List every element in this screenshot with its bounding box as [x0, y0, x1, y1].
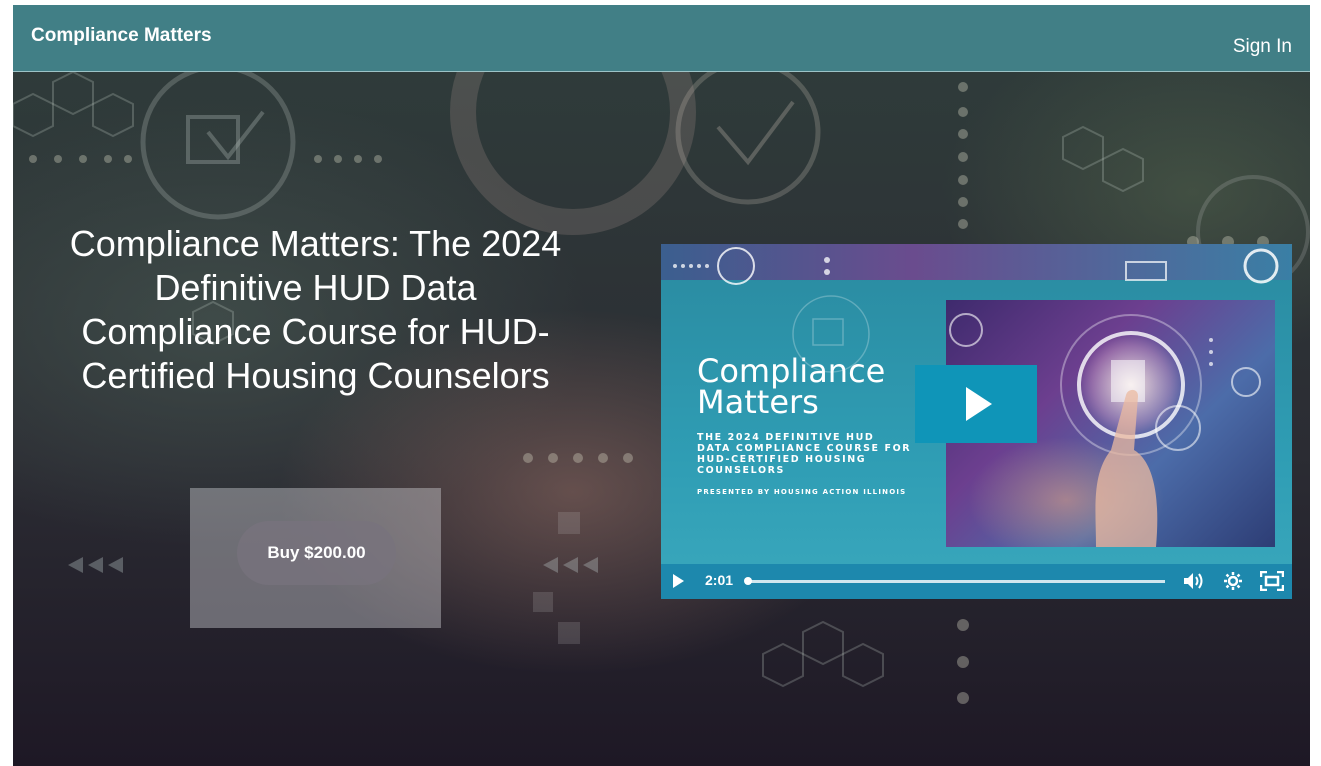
video-duration: 2:01 — [705, 572, 734, 588]
top-navbar: Compliance Matters Sign In — [13, 5, 1310, 72]
play-icon — [966, 387, 992, 421]
video-presented-by: PRESENTED BY HOUSING ACTION ILLINOIS — [697, 488, 907, 496]
video-controls: 2:01 — [661, 564, 1292, 599]
control-play-button[interactable] — [673, 574, 687, 589]
play-button[interactable] — [915, 365, 1037, 443]
video-subtitle-line-1: THE 2024 DEFINITIVE HUD — [697, 432, 875, 443]
settings-icon[interactable] — [1223, 571, 1243, 591]
buy-panel: Buy $200.00 — [190, 488, 441, 628]
course-headline: Compliance Matters: The 2024 Definitive … — [69, 223, 562, 396]
video-player[interactable]: Compliance Matters THE 2024 DEFINITIVE H… — [661, 244, 1292, 599]
brand-title: Compliance Matters — [31, 25, 212, 46]
video-subtitle-line-2: DATA COMPLIANCE COURSE FOR — [697, 443, 912, 454]
play-icon — [673, 574, 684, 588]
video-title-line-2: Matters — [697, 383, 819, 421]
seek-handle[interactable] — [744, 577, 752, 585]
seek-bar[interactable] — [744, 577, 1165, 585]
hero-section: Compliance Matters: The 2024 Definitive … — [13, 72, 1310, 766]
buy-button[interactable]: Buy $200.00 — [237, 521, 396, 585]
volume-icon[interactable] — [1182, 571, 1204, 591]
sign-in-link[interactable]: Sign In — [1233, 36, 1292, 58]
fullscreen-icon[interactable] — [1260, 571, 1284, 591]
page: Compliance Matters Sign In Compliance Ma… — [13, 5, 1310, 766]
video-subtitle-line-3: HUD-CERTIFIED HOUSING COUNSELORS — [697, 454, 867, 476]
